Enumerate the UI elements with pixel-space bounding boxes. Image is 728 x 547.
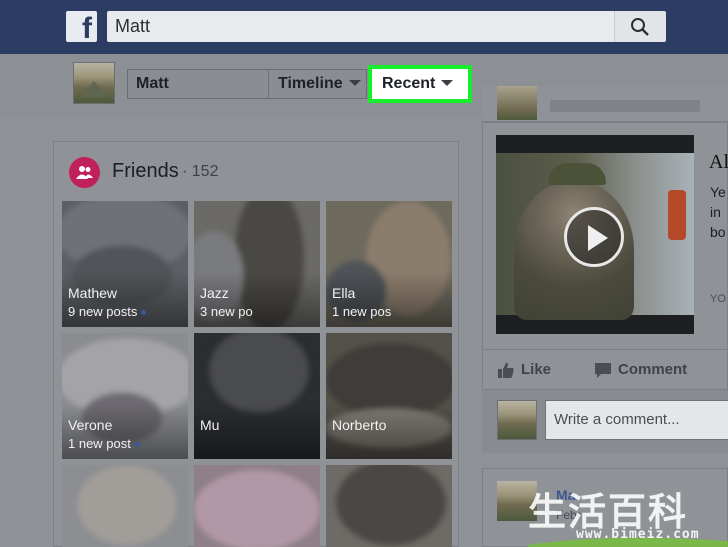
recent-label: Recent [382,75,436,92]
friend-tile[interactable]: Norberto [326,333,452,459]
comment-label: Comment [618,361,688,378]
friend-name: Mu [200,417,220,433]
watermark-url: www.bimeiz.com [576,527,700,542]
comment-input[interactable]: Write a comment... [545,400,728,440]
profile-thumbnail[interactable] [73,62,115,104]
friends-icon [69,157,100,188]
friend-tile[interactable]: Jazz 3 new po [194,201,320,327]
post-source: YO [710,293,726,305]
chevron-down-icon [348,79,361,86]
comment-button[interactable]: Comment [594,359,687,381]
friend-tile[interactable] [326,465,452,547]
avatar [497,400,537,440]
friend-post-count: 9 new posts [68,304,147,319]
watermark: 生活百科 www.bimeiz.com [528,481,728,547]
friend-post-count: 1 new pos [332,304,392,319]
like-label: Like [521,361,552,378]
thumbs-up-icon [498,362,514,378]
friend-tile[interactable] [194,465,320,547]
friend-tile[interactable]: Ella 1 new pos [326,201,452,327]
friends-count: · 152 [182,163,219,180]
friend-name: Verone [68,417,113,433]
friend-name: Norberto [332,417,387,433]
post-description: Ye in bo [710,184,726,240]
friend-name: Jazz [200,285,229,301]
friends-title[interactable]: Friends [112,158,179,184]
search-input[interactable]: Matt [107,11,614,42]
comment-icon [595,363,611,378]
post-title[interactable]: Al [709,151,728,174]
friend-name: Mathew [68,285,118,301]
search-button[interactable] [614,11,666,42]
friend-post-count: 3 new po [200,304,253,319]
like-button[interactable]: Like [497,359,551,381]
play-icon[interactable] [564,207,624,267]
previous-post-text [550,100,700,112]
avatar[interactable] [497,86,537,120]
timeline-label: Timeline [278,75,343,92]
breadcrumb-profile-name[interactable]: Matt [129,70,269,98]
divider [482,349,728,350]
recent-dropdown[interactable]: Recent [368,65,472,103]
friend-tile[interactable]: Verone 1 new post [62,333,188,459]
friend-name: Ella [332,285,356,301]
friend-tile[interactable]: Mathew 9 new posts [62,201,188,327]
facebook-logo[interactable]: f [66,11,97,42]
friend-post-count: 1 new post [68,436,140,451]
search-icon [631,18,649,36]
friend-tile[interactable] [62,465,188,547]
timeline-dropdown[interactable]: Timeline [270,70,368,98]
chevron-down-icon [441,79,454,86]
friend-tile[interactable]: Mu [194,333,320,459]
